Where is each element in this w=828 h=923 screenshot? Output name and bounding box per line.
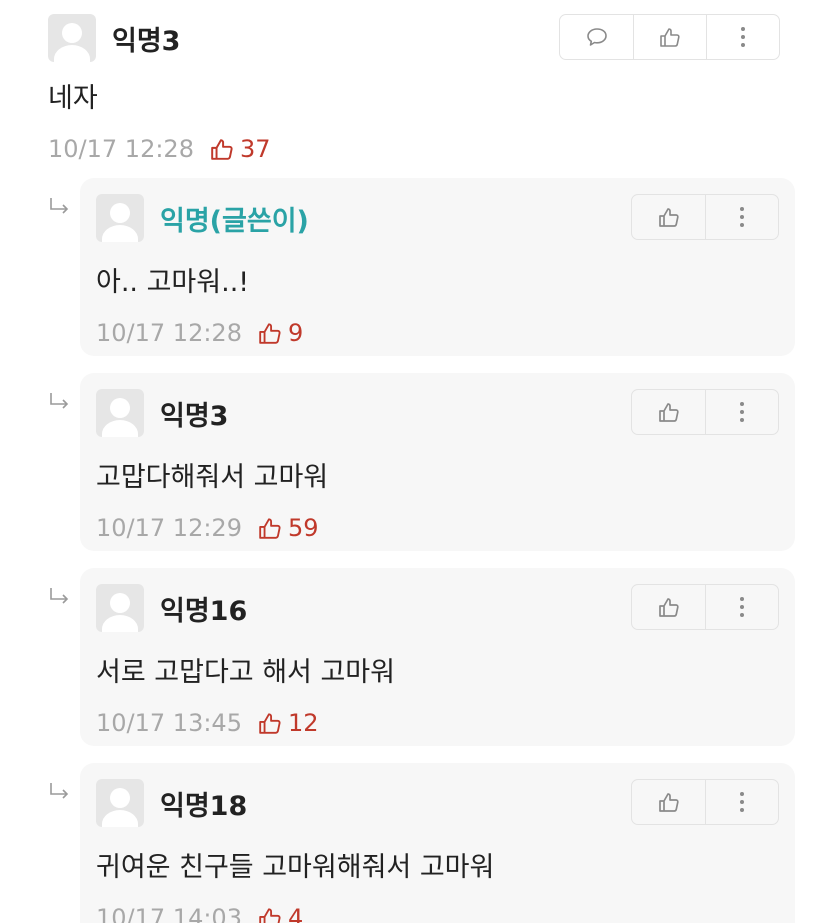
reply: 익명18 귀여운 친구들 고마워해줘서 고마워 10/17 14:03 4 [80,763,795,923]
reply: 익명3 고맙다해줘서 고마워 10/17 12:29 59 [80,373,795,551]
thumbs-up-icon [658,403,679,422]
reply-text: 서로 고맙다고 해서 고마워 [96,657,395,688]
reply-time: 10/17 12:29 [96,514,242,542]
vertical-ellipsis-icon [740,792,744,812]
more-button[interactable] [705,780,778,824]
reply-meta: 10/17 12:28 9 [96,319,779,347]
vertical-ellipsis-icon [741,27,745,47]
like-count: 9 [258,319,303,347]
reply-arrow-icon [48,586,72,608]
comment-actions [559,14,780,60]
reply-actions [631,194,779,240]
speech-bubble-icon [586,28,607,46]
thumbs-up-icon [660,28,680,47]
comment-thread: 익명3 네자 10/17 12:28 37 익명(글쓴이) 아.. 고마워..!… [0,0,828,923]
like-button[interactable] [632,780,705,824]
more-button[interactable] [705,390,778,434]
more-button[interactable] [706,15,779,59]
like-button[interactable] [632,390,705,434]
like-count-value: 37 [239,135,271,163]
like-count: 4 [258,904,303,923]
vertical-ellipsis-icon [740,207,744,227]
avatar [96,584,144,632]
reply-actions [631,779,779,825]
like-count: 37 [210,135,271,163]
vertical-ellipsis-icon [740,402,744,422]
thumbs-up-icon [658,598,679,617]
reply-arrow-icon [48,196,72,218]
thumbs-up-icon [259,713,281,734]
comment: 익명3 네자 10/17 12:28 37 [48,14,780,163]
reply-author: 익명18 [160,790,248,822]
thumbs-up-icon [658,793,679,812]
reply-time: 10/17 12:28 [96,319,242,347]
like-count: 12 [258,709,319,737]
avatar [96,194,144,242]
like-button[interactable] [632,195,705,239]
reply-meta: 10/17 12:29 59 [96,514,779,542]
reply-time: 10/17 14:03 [96,904,242,923]
reply-author: 익명16 [160,595,248,627]
thumbs-up-icon [211,139,233,160]
avatar [48,14,96,62]
comment-time: 10/17 12:28 [48,135,194,163]
reply-text: 아.. 고마워..! [96,267,250,298]
comment-author: 익명3 [112,25,181,57]
thumbs-up-icon [658,208,679,227]
more-button[interactable] [705,585,778,629]
reply: 익명16 서로 고맙다고 해서 고마워 10/17 13:45 12 [80,568,795,746]
reply-time: 10/17 13:45 [96,709,242,737]
reply-button[interactable] [560,15,633,59]
like-count-value: 9 [287,319,304,347]
like-count-value: 59 [287,514,319,542]
reply-meta: 10/17 13:45 12 [96,709,779,737]
thumbs-up-icon [259,518,281,539]
vertical-ellipsis-icon [740,597,744,617]
reply: 익명(글쓴이) 아.. 고마워..! 10/17 12:28 9 [80,178,795,356]
reply-actions [631,584,779,630]
reply-text: 귀여운 친구들 고마워해줘서 고마워 [96,852,495,883]
reply-author: 익명(글쓴이) [160,205,309,237]
comment-text: 네자 [48,83,98,114]
like-count-value: 12 [287,709,319,737]
more-button[interactable] [705,195,778,239]
reply-actions [631,389,779,435]
reply-meta: 10/17 14:03 4 [96,904,779,923]
thumbs-up-icon [259,323,281,344]
like-button[interactable] [633,15,706,59]
like-button[interactable] [632,585,705,629]
reply-arrow-icon [48,391,72,413]
avatar [96,779,144,827]
like-count: 59 [258,514,319,542]
thumbs-up-icon [259,908,281,923]
comment-meta: 10/17 12:28 37 [48,135,780,163]
reply-text: 고맙다해줘서 고마워 [96,462,329,493]
avatar [96,389,144,437]
reply-arrow-icon [48,781,72,803]
reply-author: 익명3 [160,400,229,432]
like-count-value: 4 [287,904,304,923]
